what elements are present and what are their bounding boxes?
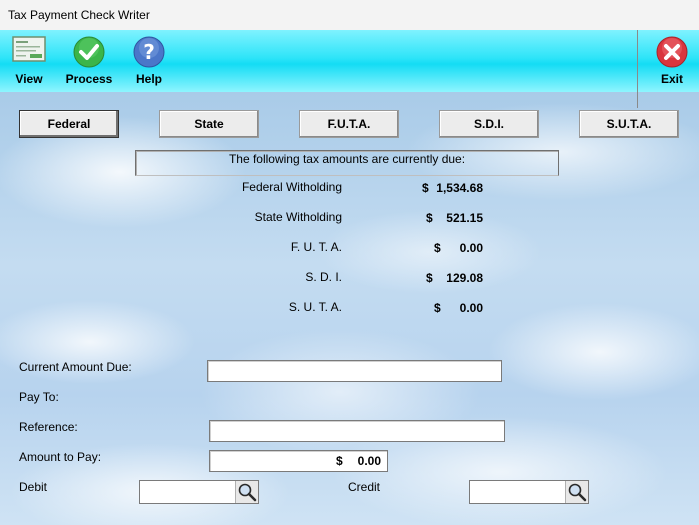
sdi-label: S. D. I. bbox=[305, 270, 342, 284]
current-amount-due-field[interactable] bbox=[207, 360, 502, 382]
svg-text:?: ? bbox=[143, 40, 155, 64]
toolbar-separator bbox=[637, 30, 638, 108]
blue-question-icon: ? bbox=[133, 36, 165, 71]
credit-field[interactable] bbox=[469, 480, 589, 504]
process-button[interactable]: Process bbox=[64, 30, 114, 90]
federal-witholding-label: Federal Witholding bbox=[241, 180, 342, 194]
red-x-icon bbox=[656, 36, 688, 71]
reference-field[interactable] bbox=[209, 420, 505, 442]
help-label: Help bbox=[135, 72, 162, 86]
app-window: Tax Payment Check Writer View Process ? … bbox=[0, 0, 699, 525]
exit-button[interactable]: Exit bbox=[652, 30, 692, 90]
futa-label: F. U. T. A. bbox=[290, 240, 342, 254]
tab-sdi[interactable]: S.D.I. bbox=[439, 110, 539, 138]
debit-field[interactable] bbox=[139, 480, 259, 504]
tab-futa[interactable]: F.U.T.A. bbox=[299, 110, 399, 138]
credit-label: Credit bbox=[348, 480, 381, 494]
debit-label: Debit bbox=[19, 480, 48, 494]
tab-suta[interactable]: S.U.T.A. bbox=[579, 110, 679, 138]
due-header: The following tax amounts are currently … bbox=[135, 150, 559, 176]
pay-to-label: Pay To: bbox=[19, 390, 59, 404]
federal-witholding-amount: 1,534.68 bbox=[436, 181, 483, 195]
suta-amount: 0.00 bbox=[459, 301, 483, 315]
toolbar: View Process ? Help Exit bbox=[0, 30, 699, 92]
help-button[interactable]: ? Help bbox=[128, 30, 170, 90]
window-title: Tax Payment Check Writer bbox=[8, 8, 150, 22]
debit-lookup-button[interactable] bbox=[235, 481, 258, 503]
amount-to-pay-label: Amount to Pay: bbox=[19, 450, 102, 464]
tab-federal[interactable]: Federal bbox=[19, 110, 119, 138]
current-amount-due-label: Current Amount Due: bbox=[19, 360, 132, 374]
exit-label: Exit bbox=[660, 72, 683, 86]
green-checkmark-icon bbox=[73, 36, 105, 71]
title-bar: Tax Payment Check Writer bbox=[0, 0, 699, 30]
amount-to-pay-currency: $ bbox=[336, 454, 343, 468]
magnifier-icon bbox=[568, 483, 587, 502]
main-panel: Federal State F.U.T.A. S.D.I. S.U.T.A. T… bbox=[0, 92, 699, 525]
amount-to-pay-value: 0.00 bbox=[357, 454, 381, 468]
check-document-icon bbox=[12, 36, 46, 65]
futa-amount: 0.00 bbox=[459, 241, 483, 255]
state-witholding-label: State Witholding bbox=[254, 210, 342, 224]
amount-to-pay-field[interactable]: $ 0.00 bbox=[209, 450, 388, 472]
view-label: View bbox=[15, 72, 43, 86]
state-witholding-amount: 521.15 bbox=[446, 211, 483, 225]
view-button[interactable]: View bbox=[8, 30, 50, 90]
suta-label: S. U. T. A. bbox=[288, 300, 342, 314]
magnifier-icon bbox=[238, 483, 257, 502]
credit-lookup-button[interactable] bbox=[565, 481, 588, 503]
process-label: Process bbox=[65, 72, 113, 86]
sdi-amount: 129.08 bbox=[446, 271, 483, 285]
reference-label: Reference: bbox=[19, 420, 78, 434]
tab-state[interactable]: State bbox=[159, 110, 259, 138]
